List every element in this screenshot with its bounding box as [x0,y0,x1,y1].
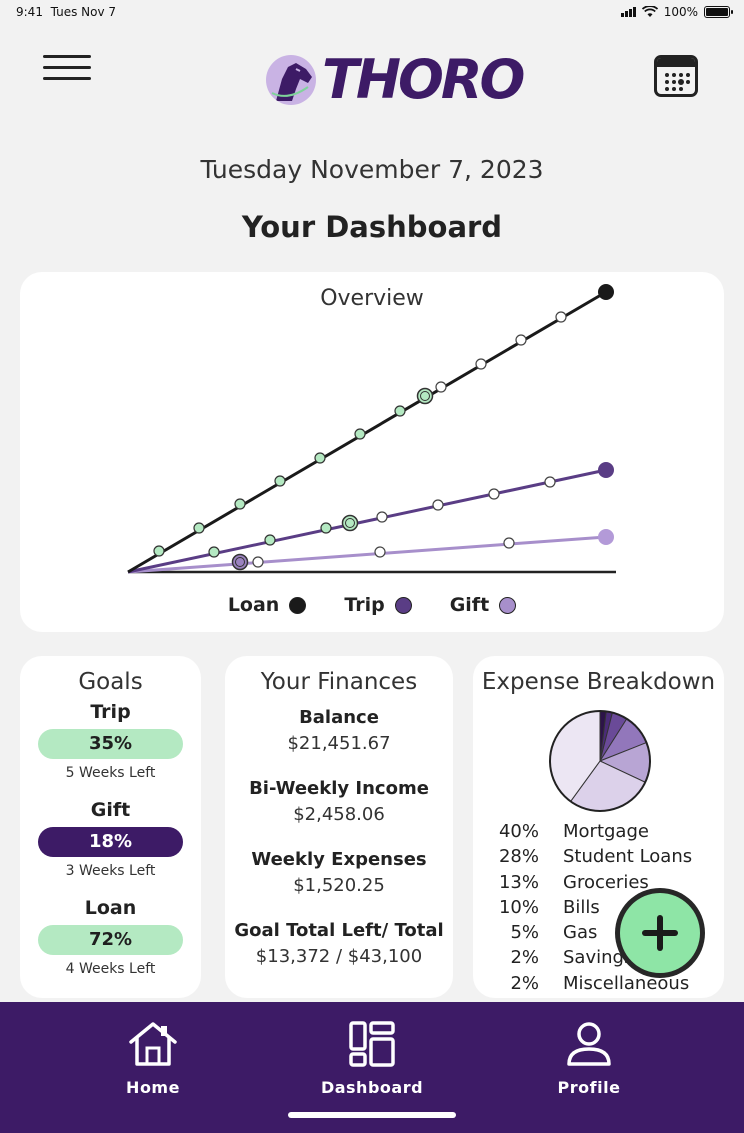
tab-dashboard[interactable]: Dashboard [302,1020,442,1097]
legend-trip[interactable]: Trip [344,594,412,616]
finance-expenses: Weekly Expenses $1,520.25 [251,849,427,896]
app-logo: THORO [266,48,525,111]
overview-card: Overview Loan Trip Gift [20,272,724,632]
tab-profile[interactable]: Profile [519,1020,659,1097]
finance-income: Bi-Weekly Income $2,458.06 [249,778,429,825]
goal-progress-pill: 72% [38,925,183,955]
brand-name: THORO [322,48,525,111]
calendar-icon [665,73,690,91]
dashboard-icon [349,1021,395,1067]
wifi-icon [641,6,658,17]
battery-icon [704,6,733,18]
expense-row: 13% Groceries [498,871,649,893]
goals-card[interactable]: Goals Trip 35% 5 Weeks Left Gift 18% 3 W… [20,656,201,998]
trip-series-markers [208,462,614,558]
legend-trip-swatch [394,596,412,614]
chart-legend: Loan Trip Gift [20,594,724,616]
calendar-button[interactable] [654,55,698,97]
bottom-tab-bar: Home Dashboard Profile [0,1002,744,1133]
expense-row: 28% Student Loans [498,846,693,868]
goal-progress-pill: 18% [38,827,183,857]
menu-button[interactable] [43,55,91,81]
goal-gift[interactable]: Gift 18% 3 Weeks Left [20,799,201,879]
home-icon [129,1022,177,1066]
gift-series-line [127,535,607,574]
finances-card[interactable]: Your Finances Balance $21,451.67 Bi-Week… [225,656,453,998]
legend-gift-swatch [499,596,517,614]
horse-head-icon [266,55,316,105]
profile-icon [567,1022,611,1066]
finances-title: Your Finances [260,669,418,695]
add-button[interactable] [615,888,705,978]
plus-icon [620,893,700,973]
tab-home[interactable]: Home [83,1020,223,1097]
hamburger-icon [43,55,91,58]
expense-breakdown-title: Expense Breakdown [481,669,716,695]
current-date: Tuesday November 7, 2023 [200,155,544,184]
cellular-signal-icon [620,7,636,17]
trip-series-line [127,468,607,574]
overview-chart [127,284,616,574]
legend-gift[interactable]: Gift [450,594,517,616]
expense-pie-chart [549,710,651,812]
goal-progress-pill: 35% [38,729,183,759]
finance-goal-total: Goal Total Left/ Total $13,372 / $43,100 [234,920,444,967]
status-time-date: 9:41 Tues Nov 7 [16,5,117,19]
status-bar: 9:41 Tues Nov 7 100% [0,0,744,24]
legend-loan[interactable]: Loan [228,594,307,616]
home-indicator [288,1112,456,1118]
expense-row: 40% Mortgage [498,821,649,842]
battery-percent: 100% [663,5,698,19]
page-title: Your Dashboard [241,210,503,244]
status-indicators: 100% [620,5,733,19]
finance-balance: Balance $21,451.67 [287,707,391,754]
expense-row: 2% Miscellaneous [510,972,690,994]
goal-loan[interactable]: Loan 72% 4 Weeks Left [20,897,201,977]
goal-trip[interactable]: Trip 35% 5 Weeks Left [20,701,201,781]
goals-title: Goals [78,669,143,695]
legend-loan-swatch [289,596,307,614]
